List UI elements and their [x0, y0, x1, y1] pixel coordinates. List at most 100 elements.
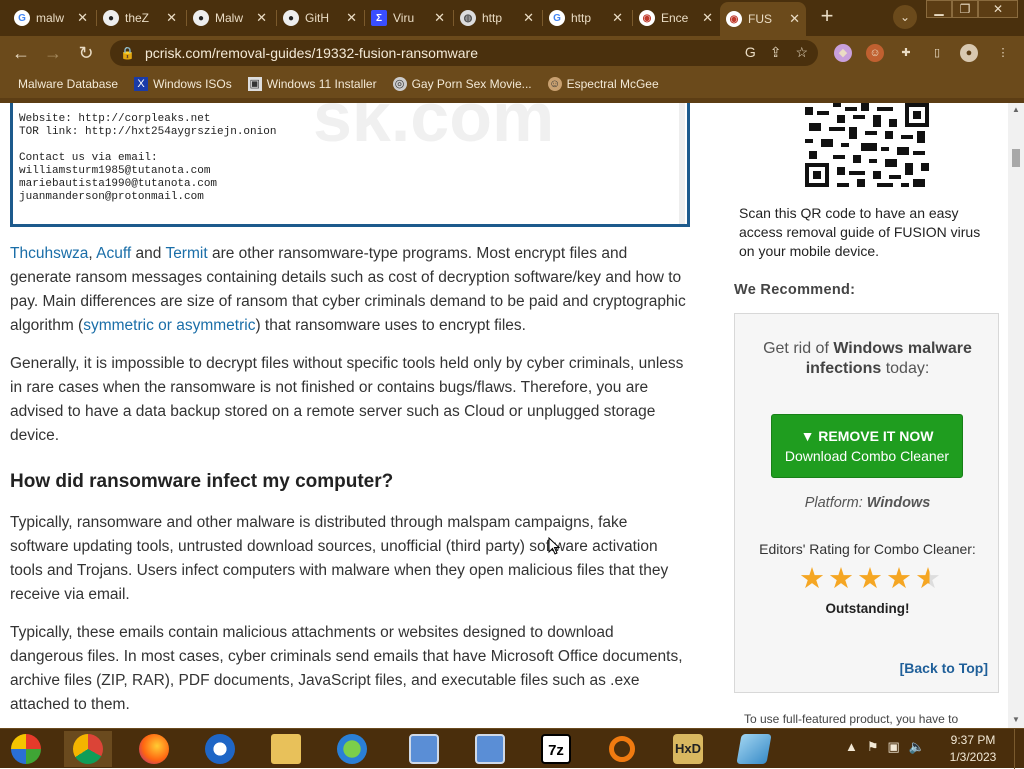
bookmark-star-icon[interactable]: ☆ [795, 44, 808, 61]
puzzle-icon[interactable]: ✚ [897, 44, 915, 62]
rating-label: Editors' Rating for Combo Cleaner: [759, 541, 976, 557]
flag-icon[interactable]: ⚑ [867, 739, 879, 755]
page-scrollbar[interactable]: ▲ ▼ [1008, 103, 1024, 728]
tab-5[interactable]: Σ Viru ✕ [365, 4, 451, 32]
taskbar-edge[interactable] [196, 731, 244, 767]
bookmark-espectral-mcgee[interactable]: ☺ Espectral McGee [547, 77, 659, 91]
mouse-cursor-icon [548, 537, 560, 555]
link-thcuhswza[interactable]: Thcuhswza [10, 245, 88, 262]
sidebar: Scan this QR code to have an easy access… [734, 103, 999, 728]
chevron-up-icon[interactable]: ▲ [845, 739, 858, 755]
taskbar-search-tool[interactable] [598, 731, 646, 767]
github-icon: ● [103, 10, 119, 26]
scroll-up-icon[interactable]: ▲ [1012, 105, 1020, 114]
tab-8[interactable]: ◉ Ence ✕ [633, 4, 719, 32]
taskbar: 7z HxD ▲ ⚑ ▣ 🔈 9:37 PM 1/3/2023 [0, 728, 1024, 769]
close-icon[interactable]: ✕ [702, 10, 713, 26]
taskbar-chrome[interactable] [64, 731, 112, 767]
bookmark-windows-11-installer[interactable]: ▣ Windows 11 Installer [247, 77, 377, 91]
new-tab-button[interactable]: + [816, 5, 838, 28]
system-tray: ▲ ⚑ ▣ 🔈 [845, 739, 925, 755]
pcrisk-icon: ◉ [726, 11, 742, 27]
browser-chrome: Gmalw ✕ ● theZ ✕ ● Malw ✕ ● GitH ✕ Σ Viru ✕ ◍ http… [0, 0, 1024, 103]
date-text: 1/3/2023 [949, 750, 997, 764]
platform-text: Platform: Windows [804, 495, 931, 511]
taskbar-vm-1[interactable] [400, 731, 448, 767]
forward-button[interactable]: → [42, 42, 64, 64]
google-icon: G [14, 10, 30, 26]
minimize-button[interactable]: ▁ [926, 0, 952, 18]
tab-3[interactable]: ● Malw ✕ [187, 4, 273, 32]
scroll-down-icon[interactable]: ▼ [1012, 715, 1020, 724]
time-text: 9:37 PM [950, 733, 996, 747]
close-icon[interactable]: ✕ [346, 10, 357, 26]
extension-icon[interactable]: ◆ [834, 44, 852, 62]
url-text[interactable]: pcrisk.com/removal-guides/19332-fusion-r… [145, 45, 478, 61]
magnifier-icon [609, 736, 635, 762]
pcrisk-icon: ◉ [639, 10, 655, 26]
taskbar-7zip[interactable]: 7z [532, 731, 580, 767]
bookmark-windows-isos[interactable]: X Windows ISOs [134, 77, 232, 91]
close-icon[interactable]: ✕ [256, 10, 267, 26]
close-icon[interactable]: ✕ [166, 10, 177, 26]
tab-4[interactable]: ● GitH ✕ [277, 4, 363, 32]
bookmark-malware-database[interactable]: Malware Database [18, 77, 118, 91]
close-icon[interactable]: ✕ [523, 10, 534, 26]
ransom-line: TOR link: http://hxt254aygrsziejn.onion [19, 126, 277, 138]
close-icon[interactable]: ✕ [789, 11, 800, 27]
back-button[interactable]: ← [10, 42, 32, 64]
site-icon: ◎ [392, 77, 407, 91]
bookmark-movie[interactable]: ◎ Gay Porn Sex Movie... [392, 77, 532, 91]
monitor-icon [409, 734, 439, 764]
avatar[interactable]: ● [960, 44, 978, 62]
close-window-button[interactable]: ✕ [978, 0, 1018, 18]
google-lens-icon[interactable]: G [745, 44, 756, 61]
paragraph-distribution: Typically, ransomware and other malware … [10, 514, 669, 603]
google-icon: G [549, 10, 565, 26]
network-status-icon[interactable]: ▣ [888, 739, 900, 755]
link-symmetric-asymmetric[interactable]: symmetric or asymmetric [83, 317, 255, 334]
tab-active-fusion[interactable]: ◉ FUS ✕ [720, 2, 806, 36]
reload-button[interactable]: ↻ [75, 42, 97, 64]
taskbar-firefox[interactable] [130, 731, 178, 767]
tab-6[interactable]: ◍ http ✕ [454, 4, 540, 32]
browser-icon [205, 734, 235, 764]
qr-code[interactable] [805, 103, 929, 191]
close-icon[interactable]: ✕ [612, 10, 623, 26]
link-termit[interactable]: Termit [165, 245, 207, 262]
star-icon: ★ [886, 563, 912, 595]
tab-1[interactable]: Gmalw ✕ [8, 4, 94, 32]
side-panel-icon[interactable]: ▯ [928, 44, 946, 62]
taskbar-hxd[interactable]: HxD [664, 731, 712, 767]
remove-it-now-button[interactable]: ▼ REMOVE IT NOW Download Combo Cleaner [771, 414, 963, 478]
scroll-thumb[interactable] [1012, 149, 1020, 167]
tab-search-button[interactable]: ⌄ [893, 5, 917, 29]
close-icon[interactable]: ✕ [77, 10, 88, 26]
tab-7[interactable]: Ghttp ✕ [543, 4, 629, 32]
github-icon: ● [193, 10, 209, 26]
tab-2[interactable]: ● theZ ✕ [97, 4, 183, 32]
web-page: sk.com Website: http://corpleaks.net TOR… [0, 103, 1008, 728]
menu-icon[interactable]: ⋮ [994, 44, 1012, 62]
taskbar-network[interactable] [328, 731, 376, 767]
lock-icon: 🔒 [120, 46, 135, 60]
back-to-top-link[interactable]: [Back to Top] [900, 660, 988, 676]
profile-extension-icon[interactable]: ☺ [866, 44, 884, 62]
section-heading: How did ransomware infect my computer? [10, 471, 394, 492]
clock[interactable]: 9:37 PM 1/3/2023 [940, 732, 1006, 766]
share-icon[interactable]: ⇪ [770, 44, 782, 61]
windows-start-icon [11, 734, 41, 764]
show-desktop-button[interactable] [1014, 729, 1024, 769]
link-acuff[interactable]: Acuff [96, 245, 131, 262]
close-icon[interactable]: ✕ [434, 10, 445, 26]
volume-icon[interactable]: 🔈 [909, 739, 925, 755]
7zip-icon: 7z [541, 734, 571, 764]
start-button[interactable] [2, 731, 50, 767]
monitor-icon [475, 734, 505, 764]
address-bar[interactable]: 🔒 pcrisk.com/removal-guides/19332-fusion… [110, 40, 818, 66]
taskbar-vm-2[interactable] [466, 731, 514, 767]
restore-button[interactable]: ❐ [952, 0, 978, 18]
taskbar-notepad[interactable] [730, 731, 778, 767]
recommend-box: Get rid of Windows malware infections to… [734, 313, 999, 693]
taskbar-file-explorer[interactable] [262, 731, 310, 767]
